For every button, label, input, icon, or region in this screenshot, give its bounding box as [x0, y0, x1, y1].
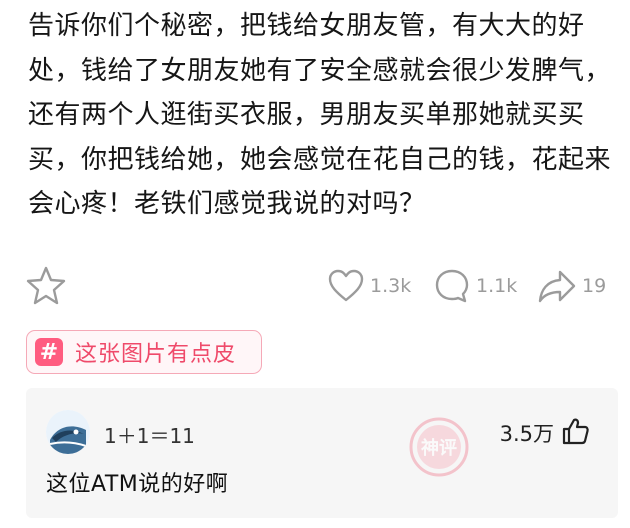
post-action-bar: 1.3k 1.1k 19	[0, 258, 630, 318]
stamp-label: 神评	[421, 437, 457, 459]
comment-like-count: 3.5万	[499, 422, 554, 446]
comment-count: 1.1k	[476, 275, 518, 297]
like-button[interactable]: 1.3k	[326, 266, 411, 306]
post-line: 会心疼！老铁们感觉我说的对吗？	[28, 189, 426, 219]
favorite-button[interactable]	[24, 264, 68, 308]
comment-username[interactable]: 1＋1＝11	[104, 420, 195, 449]
post-line: 还有两个人逛街买衣服，男朋友买单那她就买买	[28, 100, 585, 130]
top-comment-card[interactable]: 1＋1＝11 神评 3.5万 这位ATM说的好啊	[26, 388, 618, 518]
avatar-image	[46, 410, 90, 454]
share-button[interactable]: 19	[536, 266, 606, 306]
post-line: 买，你把钱给她，她会感觉在花自己的钱，花起来	[28, 144, 612, 175]
avatar[interactable]	[46, 410, 90, 454]
share-arrow-icon	[538, 270, 576, 303]
share-count: 19	[582, 275, 607, 297]
heart-icon	[328, 269, 364, 302]
post-line: 处，钱给了女朋友她有了安全感就会很少发脾气，	[28, 55, 612, 86]
post-line: 告诉你们个秘密，把钱给女朋友管，有大大的好	[28, 11, 585, 41]
thumbs-up-icon[interactable]	[560, 416, 590, 446]
star-icon	[26, 266, 66, 305]
hot-comment-stamp: 神评	[404, 412, 474, 486]
like-count: 1.3k	[370, 275, 412, 297]
comment-text: 这位ATM说的好啊	[46, 472, 229, 497]
hash-icon: #	[35, 338, 63, 366]
topic-tag[interactable]: # 这张图片有点皮	[26, 330, 262, 374]
post-body: 告诉你们个秘密，把钱给女朋友管，有大大的好 处，钱给了女朋友她有了安全感就会很少…	[28, 4, 624, 227]
comment-button[interactable]: 1.1k	[432, 266, 517, 306]
comment-bubble-icon	[435, 269, 469, 303]
topic-label: 这张图片有点皮	[75, 342, 237, 367]
